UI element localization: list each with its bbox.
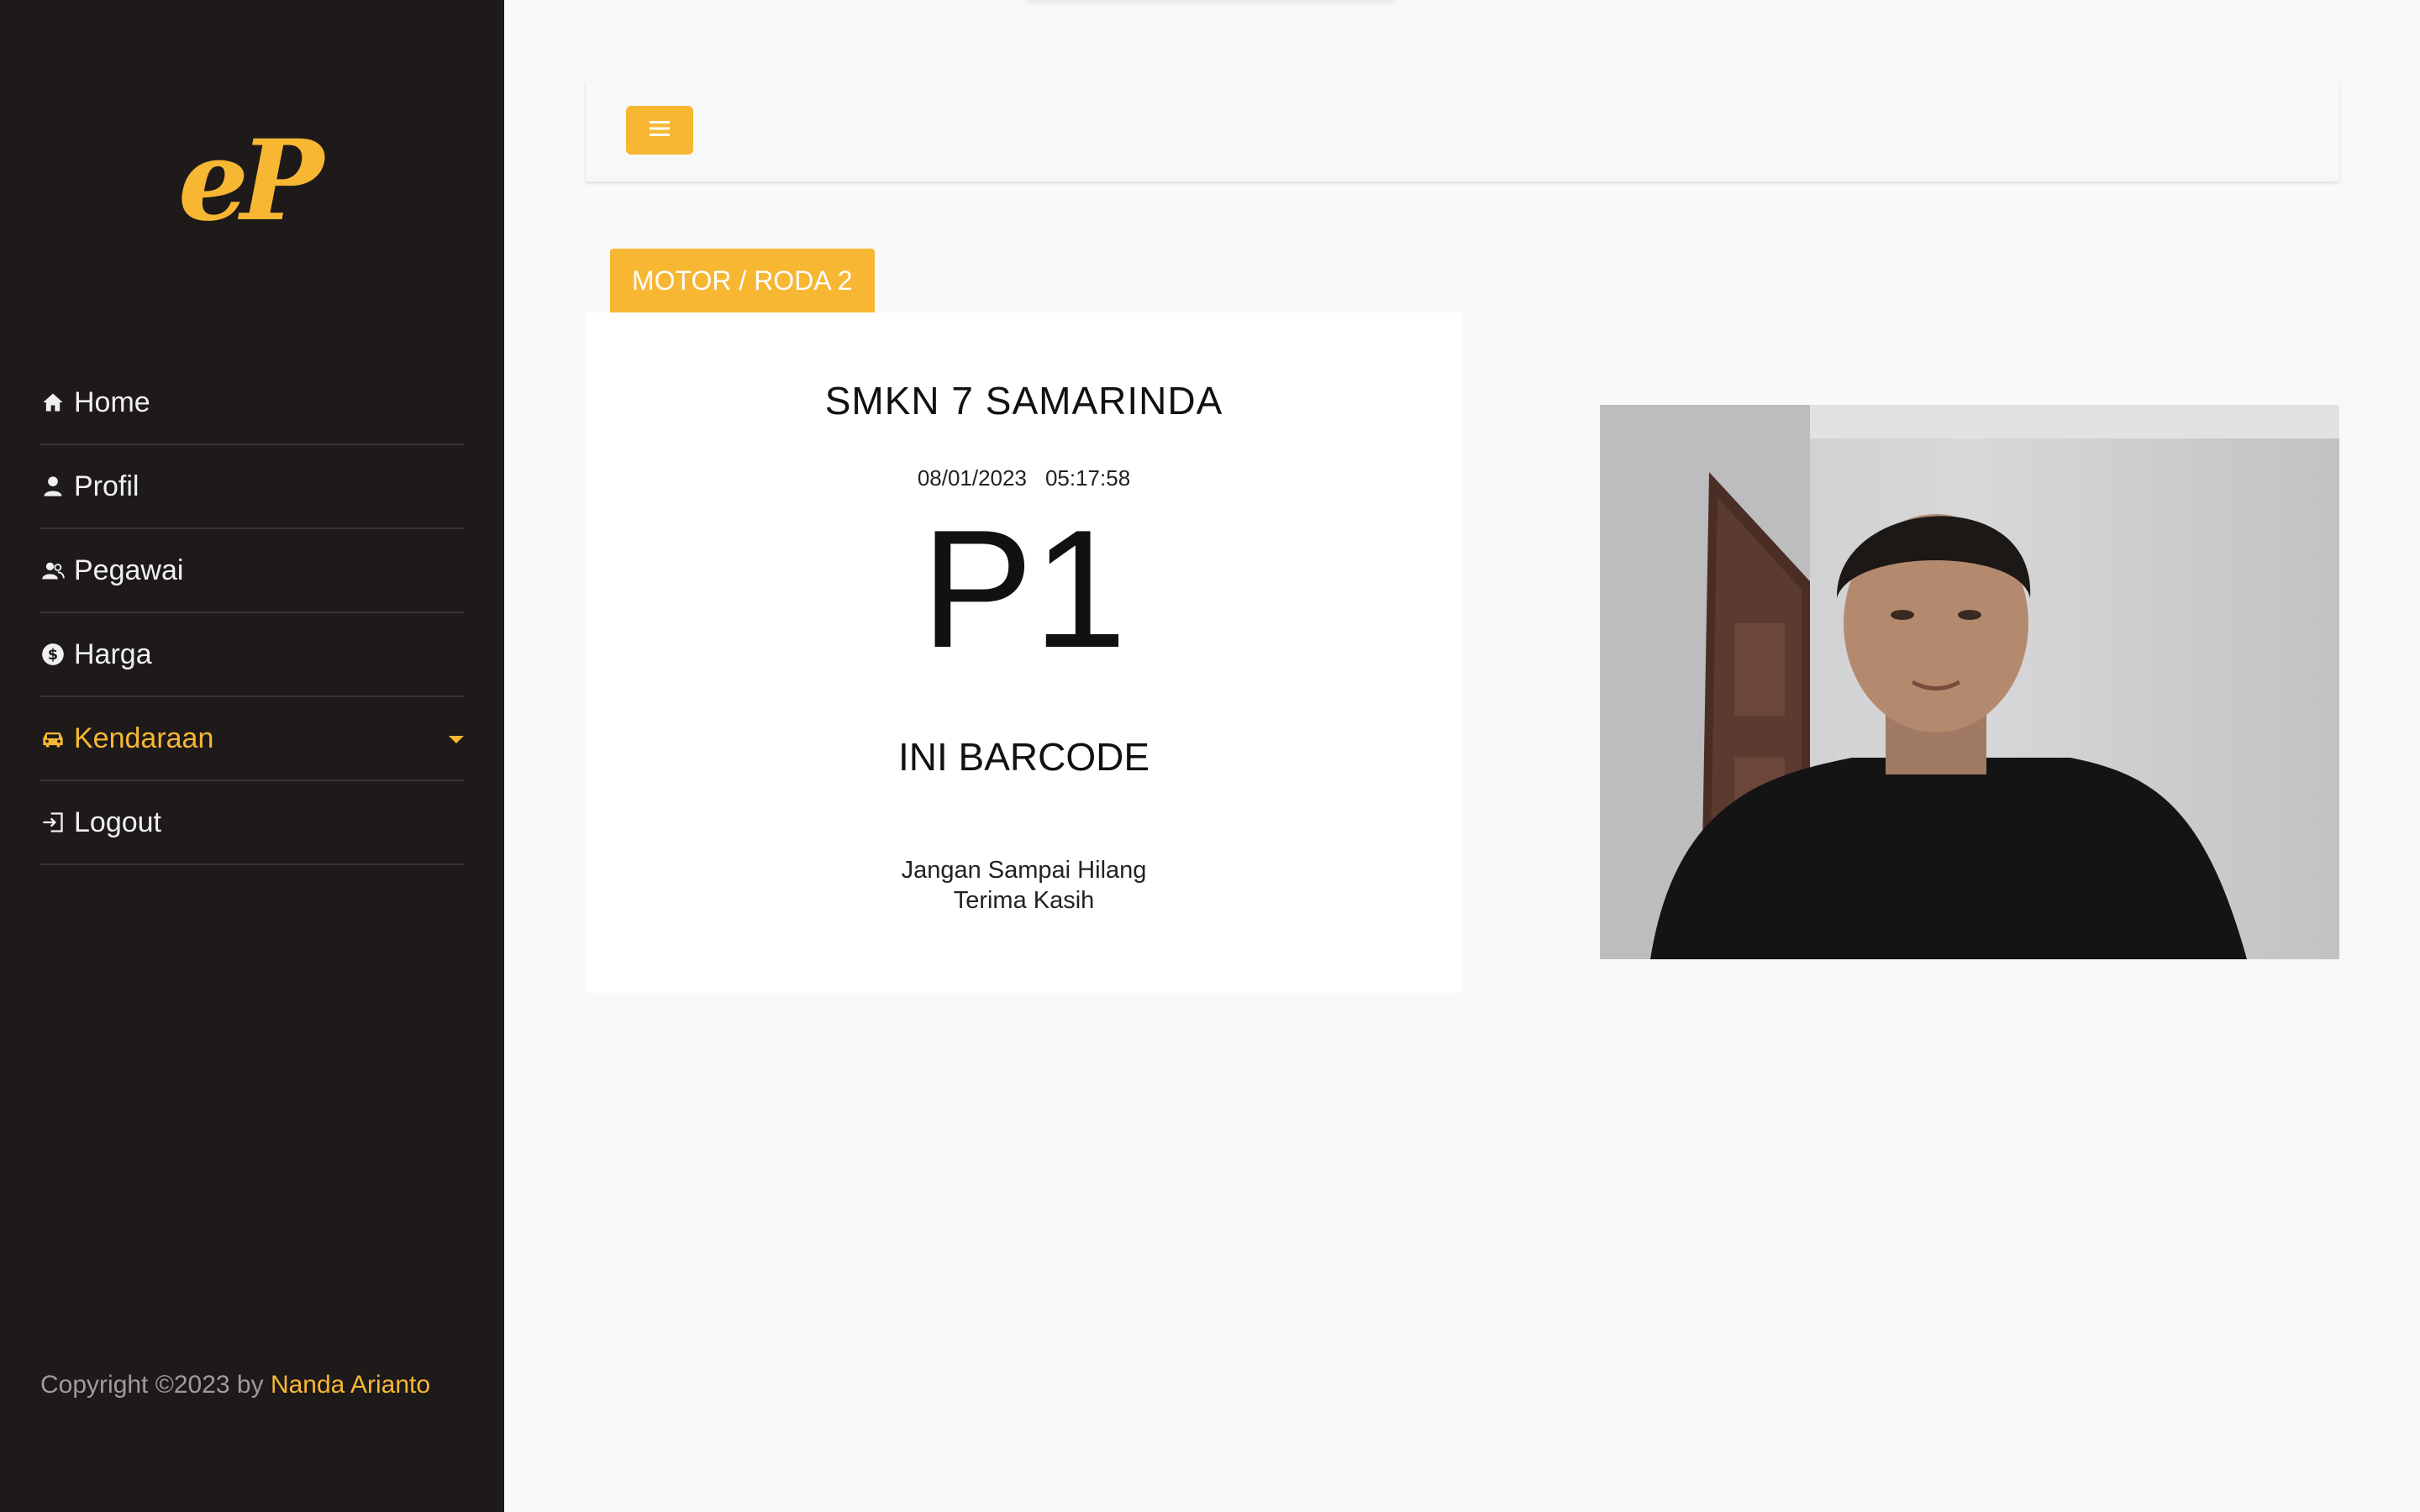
ticket-note-line2: Terima Kasih [953, 887, 1095, 914]
sidebar-item-label: Harga [74, 638, 152, 670]
logout-icon [40, 810, 66, 835]
sidebar-item-logout[interactable]: Logout [40, 781, 464, 865]
camera-image [1600, 405, 2339, 959]
author-link[interactable]: Nanda Arianto [271, 1371, 430, 1399]
app-root: eP Home Profil Pegawai $ Harga Kendaraan… [0, 0, 2420, 1512]
parking-ticket: SMKN 7 SAMARINDA 08/01/2023 05:17:58 P1 I… [586, 312, 1462, 993]
user-icon [40, 474, 66, 499]
sidebar-nav: Home Profil Pegawai $ Harga Kendaraan Lo… [40, 361, 464, 865]
ticket-date: 08/01/2023 [917, 465, 1027, 491]
hamburger-icon [648, 118, 671, 143]
top-shadow [1025, 0, 1395, 2]
sidebar-item-label: Home [74, 386, 150, 418]
sidebar-item-profil[interactable]: Profil [40, 445, 464, 529]
sidebar-item-label: Pegawai [74, 554, 184, 586]
copyright-text: Copyright ©2023 by [40, 1371, 264, 1399]
topbar [586, 81, 2339, 181]
camera-feed [1600, 405, 2339, 959]
svg-text:$: $ [48, 647, 58, 664]
sidebar: eP Home Profil Pegawai $ Harga Kendaraan… [0, 0, 504, 1512]
logo[interactable]: eP [178, 126, 324, 237]
ticket-school-name: SMKN 7 SAMARINDA [824, 379, 1223, 423]
dollar-icon: $ [40, 642, 66, 667]
ticket-code: P1 [921, 496, 1127, 683]
vehicle-type-tag: MOTOR / RODA 2 [610, 249, 875, 312]
logo-text: eP [178, 116, 324, 246]
sidebar-item-kendaraan[interactable]: Kendaraan [40, 697, 464, 781]
sidebar-item-label: Kendaraan [74, 722, 214, 754]
sidebar-toggle-button[interactable] [626, 106, 693, 155]
sidebar-item-label: Profil [74, 470, 139, 502]
ticket-datetime: 08/01/2023 05:17:58 [586, 465, 1462, 491]
sidebar-item-harga[interactable]: $ Harga [40, 613, 464, 697]
users-icon [40, 558, 66, 583]
sidebar-item-home[interactable]: Home [40, 361, 464, 445]
ticket-note-line1: Jangan Sampai Hilang [901, 857, 1147, 884]
home-icon [40, 390, 66, 415]
chevron-down-icon[interactable] [449, 736, 464, 743]
sidebar-item-pegawai[interactable]: Pegawai [40, 529, 464, 613]
sidebar-item-label: Logout [74, 806, 161, 838]
ticket-time: 05:17:58 [1044, 465, 1131, 491]
ticket-barcode: INI BARCODE [897, 735, 1150, 779]
car-icon [40, 726, 66, 751]
copyright: Copyright ©2023 by Nanda Arianto [40, 1371, 430, 1399]
